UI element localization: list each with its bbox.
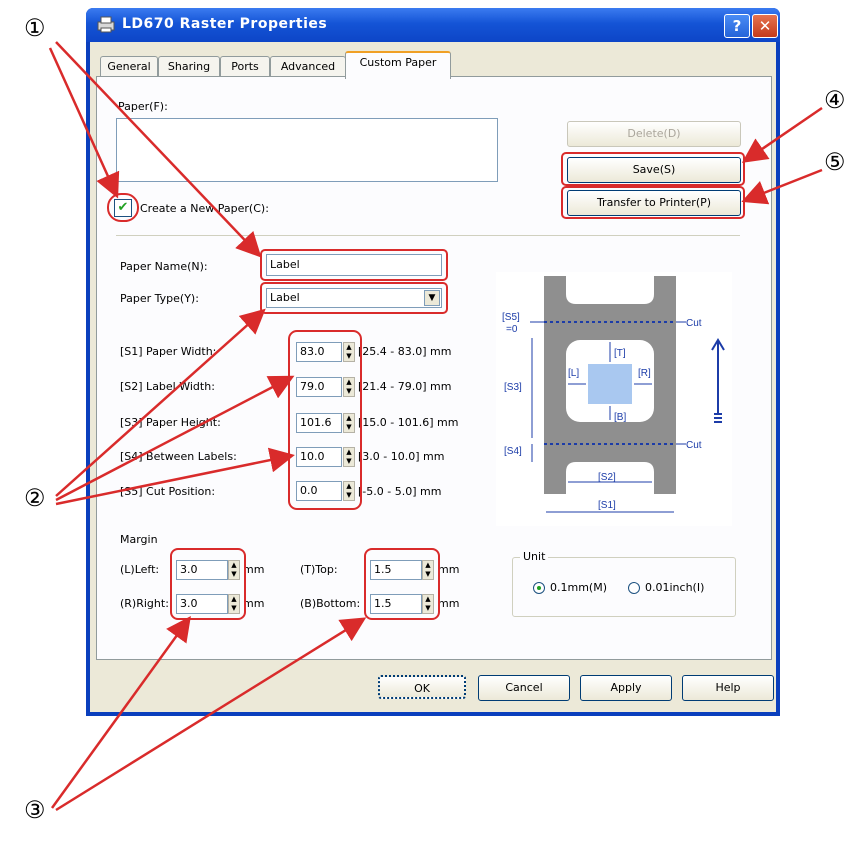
callout-5: ⑤: [824, 148, 846, 176]
arrow-3b: [55, 617, 367, 812]
arrow-5: [741, 168, 823, 205]
arrow-4: [741, 106, 823, 163]
tab-custom-paper[interactable]: Custom Paper: [345, 51, 451, 79]
arrow-3a: [50, 615, 191, 809]
arrow-2b: [55, 375, 295, 502]
callout-4: ④: [824, 86, 846, 114]
callout-2: ②: [24, 484, 46, 512]
callout-1: ①: [24, 14, 46, 42]
arrow-1b: [55, 41, 262, 258]
callout-arrows: [48, 41, 823, 812]
callout-3: ③: [24, 796, 46, 824]
